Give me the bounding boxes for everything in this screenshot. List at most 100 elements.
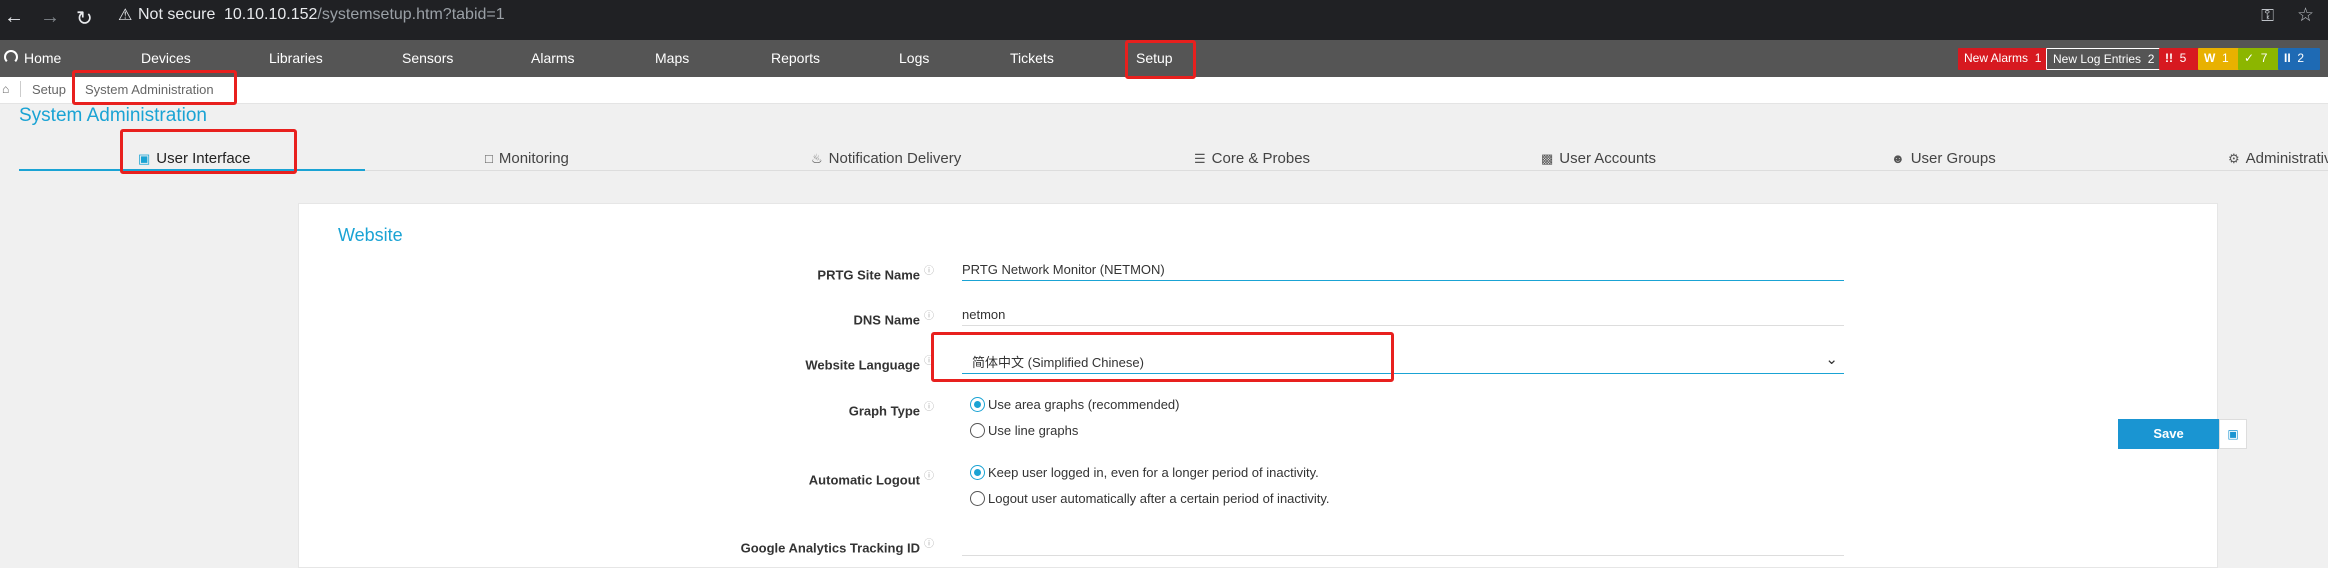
breadcrumb: ⌂ Setup System Administration <box>0 77 2328 104</box>
logout-auto-label: Logout user automatically after a certai… <box>988 491 1330 506</box>
pause-icon: II <box>2284 51 2291 65</box>
paused-sensors-badge[interactable]: II 2 <box>2278 48 2320 70</box>
down-sensors-badge[interactable]: !! 5 <box>2159 48 2201 70</box>
nav-devices[interactable]: Devices <box>141 50 191 66</box>
info-icon[interactable]: ⓘ <box>924 471 934 482</box>
graph-type-area-radio[interactable]: Use area graphs (recommended) <box>970 397 1179 412</box>
up-sensors-badge[interactable]: ✓ 7 <box>2238 48 2280 70</box>
address-bar[interactable]: 10.10.10.152/systemsetup.htm?tabid=1 <box>224 6 505 24</box>
breadcrumb-separator <box>20 81 21 97</box>
automatic-logout-label: Automatic Logout ⓘ <box>809 467 934 487</box>
not-secure-label[interactable]: Not secure <box>138 6 215 24</box>
logout-auto-radio[interactable]: Logout user automatically after a certai… <box>970 491 1330 506</box>
floppy-disk-icon[interactable]: ▣ <box>2219 419 2247 449</box>
tab-bar-divider <box>19 170 2328 171</box>
users-icon: ☻ <box>1891 151 1905 166</box>
nav-maps[interactable]: Maps <box>655 50 689 66</box>
warning-sensors-badge[interactable]: W 1 <box>2198 48 2240 70</box>
site-name-label: PRTG Site Name ⓘ <box>817 262 934 282</box>
site-name-input[interactable] <box>962 259 1844 281</box>
graph-type-label: Graph Type ⓘ <box>849 398 934 418</box>
down-icon: !! <box>2165 51 2173 65</box>
dns-name-label: DNS Name ⓘ <box>854 307 934 327</box>
tab-label: Monitoring <box>498 150 569 167</box>
page-title: System Administration <box>19 105 207 126</box>
new-alarms-badge[interactable]: New Alarms 1 <box>1958 48 2048 70</box>
reload-icon[interactable]: ↻ <box>76 6 93 31</box>
tab-notification-delivery[interactable]: ♨ Notification Delivery <box>811 150 961 167</box>
highlight-website-language <box>931 332 1394 382</box>
highlight-setup <box>1125 40 1196 79</box>
nav-tickets[interactable]: Tickets <box>1010 50 1054 66</box>
warning-icon: W <box>2204 51 2216 65</box>
dns-name-label-text: DNS Name <box>853 312 920 328</box>
nav-sensors[interactable]: Sensors <box>402 50 453 66</box>
save-button[interactable]: Save <box>2118 419 2219 449</box>
nav-home[interactable]: Home <box>24 50 61 66</box>
new-logs-count: 2 <box>2147 52 2155 66</box>
back-arrow-icon[interactable]: ← <box>4 6 24 29</box>
graph-type-line-radio[interactable]: Use line graphs <box>970 423 1078 438</box>
breadcrumb-home-icon[interactable]: ⌂ <box>2 82 9 96</box>
graph-type-area-label: Use area graphs (recommended) <box>988 397 1180 412</box>
graph-type-label-text: Graph Type <box>848 403 920 419</box>
url-host: 10.10.10.152 <box>224 6 318 23</box>
tab-label: Notification Delivery <box>828 150 962 167</box>
tab-label: Core & Probes <box>1211 150 1311 167</box>
ga-tracking-input[interactable] <box>962 534 1844 556</box>
chevron-down-icon: ⌄ <box>1825 351 1838 368</box>
url-path: /systemsetup.htm?tabid=1 <box>317 6 505 23</box>
ga-tracking-label: Google Analytics Tracking ID ⓘ <box>741 535 934 555</box>
info-icon[interactable]: ⓘ <box>924 539 934 550</box>
nav-logs[interactable]: Logs <box>899 50 929 66</box>
tab-user-groups[interactable]: ☻ User Groups <box>1891 150 1996 167</box>
nav-alarms[interactable]: Alarms <box>531 50 575 66</box>
home-icon <box>4 50 18 64</box>
new-log-entries-badge[interactable]: New Log Entries 2 <box>2046 48 2162 70</box>
logout-keep-radio[interactable]: Keep user logged in, even for a longer p… <box>970 465 1319 480</box>
tab-monitoring[interactable]: □ Monitoring <box>485 150 569 167</box>
id-card-icon: ▩ <box>1541 151 1554 166</box>
laptop-icon: □ <box>485 151 493 166</box>
tab-label: User Groups <box>1910 150 1996 167</box>
down-count: 5 <box>2179 51 2187 65</box>
info-icon[interactable]: ⓘ <box>924 266 934 277</box>
website-settings-card <box>298 203 2218 568</box>
info-icon[interactable]: ⓘ <box>924 311 934 322</box>
nav-reports[interactable]: Reports <box>771 50 820 66</box>
tab-label: Administrativ <box>2245 150 2328 167</box>
graph-type-line-label: Use line graphs <box>988 423 1079 438</box>
breadcrumb-setup[interactable]: Setup <box>32 82 66 97</box>
website-language-label-text: Website Language <box>805 357 920 373</box>
key-icon[interactable]: ⚿ <box>2261 6 2274 26</box>
tab-core-probes[interactable]: ☰ Core & Probes <box>1194 150 1310 167</box>
bell-icon: ♨ <box>811 151 823 166</box>
new-alarms-label: New Alarms <box>1964 51 2029 65</box>
warning-count: 1 <box>2222 51 2229 65</box>
radio-checked-icon <box>970 397 985 412</box>
radio-unchecked-icon <box>970 491 985 506</box>
new-alarms-count: 1 <box>2034 51 2042 65</box>
ga-tracking-label-text: Google Analytics Tracking ID <box>740 540 920 556</box>
radio-checked-icon <box>970 465 985 480</box>
dns-name-input[interactable] <box>962 304 1844 326</box>
new-logs-label: New Log Entries <box>2053 52 2142 66</box>
nav-libraries[interactable]: Libraries <box>269 50 323 66</box>
automatic-logout-label-text: Automatic Logout <box>808 472 920 488</box>
highlight-user-interface-tab <box>120 129 297 174</box>
website-language-label: Website Language ⓘ <box>805 352 934 372</box>
section-title-website: Website <box>338 225 403 245</box>
server-icon: ☰ <box>1194 151 1206 166</box>
bookmark-star-icon[interactable]: ☆ <box>2297 4 2314 27</box>
tab-user-accounts[interactable]: ▩ User Accounts <box>1541 150 1656 167</box>
up-count: 7 <box>2260 51 2268 65</box>
tab-administrative-tools[interactable]: ⚙ Administrativ <box>2228 150 2328 167</box>
info-icon[interactable]: ⓘ <box>924 402 934 413</box>
site-name-label-text: PRTG Site Name <box>817 267 920 283</box>
paused-count: 2 <box>2297 51 2305 65</box>
forward-arrow-icon[interactable]: → <box>40 6 60 29</box>
radio-unchecked-icon <box>970 423 985 438</box>
highlight-breadcrumb <box>72 70 237 105</box>
warning-icon[interactable]: ⚠ <box>118 5 132 25</box>
browser-toolbar: ← → ↻ ⚠ Not secure 10.10.10.152/systemse… <box>0 0 2328 40</box>
